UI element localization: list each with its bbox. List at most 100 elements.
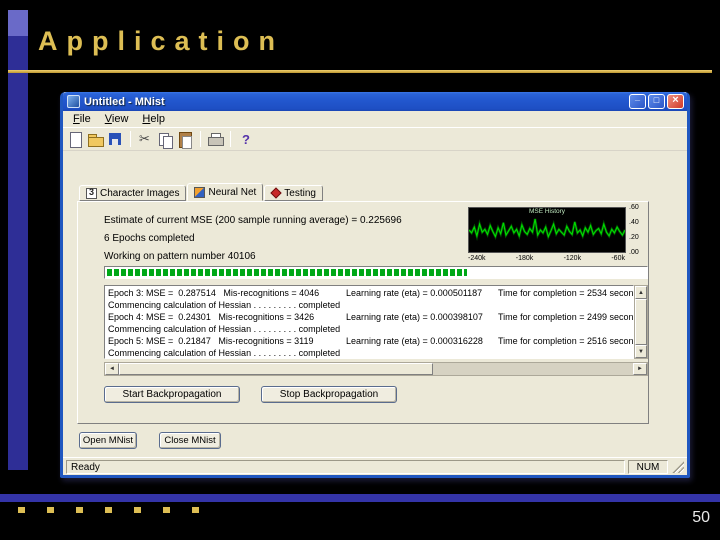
y-tick-label: .20: [629, 234, 639, 241]
scroll-left-icon[interactable]: [105, 363, 119, 375]
menu-view[interactable]: View: [99, 112, 135, 126]
status-bar: Ready NUM: [63, 457, 687, 475]
close-mnist-button[interactable]: Close MNist: [159, 432, 221, 449]
scroll-up-icon[interactable]: [635, 286, 647, 299]
minimize-button[interactable]: [629, 94, 646, 109]
bottom-accent-bar: [0, 494, 720, 502]
page-number: 50: [692, 509, 710, 527]
bullet-dot: [163, 507, 170, 513]
app-window: Untitled - MNist FileViewHelp Character …: [60, 92, 690, 478]
slide: Application Untitled - MNist FileViewHel…: [0, 0, 720, 540]
horizontal-scroll-thumb[interactable]: [119, 363, 433, 375]
log-cell: Commencing calculation of Hessian . . . …: [108, 347, 633, 359]
window-controls: [629, 94, 684, 109]
chart-title: MSE History: [529, 208, 565, 215]
tab-control: Character Images Neural Net Testing Estima…: [77, 184, 649, 424]
print-icon[interactable]: [207, 131, 224, 148]
log-row: Epoch 5: MSE = 0.21847 Mis-recognitions …: [108, 335, 633, 347]
slide-title: Application: [38, 26, 284, 57]
toolbar-separator: [130, 131, 131, 147]
log-cell: Epoch 5: MSE = 0.21847 Mis-recognitions …: [108, 335, 346, 347]
log-cell: Time for completion = 2516 seconds: [498, 335, 633, 347]
log-cell: Commencing calculation of Hessian . . . …: [108, 323, 633, 335]
tab-label: Neural Net: [208, 187, 256, 198]
training-progress-bar: [104, 266, 648, 279]
toolbar: [63, 128, 687, 151]
log-cell: Epoch 4: MSE = 0.24301 Mis-recognitions …: [108, 311, 346, 323]
bullet-dot: [192, 507, 199, 513]
log-row: Commencing calculation of Hessian . . . …: [108, 323, 633, 335]
maximize-button[interactable]: [648, 94, 665, 109]
log-cell: Learning rate (eta) = 0.000398107: [346, 311, 498, 323]
menu-bar: FileViewHelp: [63, 111, 687, 128]
window-titlebar[interactable]: Untitled - MNist: [63, 92, 687, 111]
testing-tab-icon: [271, 187, 282, 198]
y-tick-label: .40: [629, 219, 639, 226]
status-ready-pane: Ready: [66, 460, 625, 474]
bullet-dot: [76, 507, 83, 513]
bullet-dot: [134, 507, 141, 513]
status-num-pane: NUM: [628, 460, 668, 474]
help-icon[interactable]: [237, 131, 254, 148]
tab-label: Testing: [284, 188, 316, 199]
tab-label: Character Images: [100, 188, 179, 199]
client-area: Character Images Neural Net Testing Estima…: [63, 151, 687, 475]
tab-strip: Character Images Neural Net Testing: [77, 184, 649, 201]
working-pattern-text: Working on pattern number 40106: [104, 251, 256, 262]
start-backpropagation-button[interactable]: Start Backpropagation: [104, 386, 240, 403]
x-tick-label: -240k: [468, 255, 486, 262]
mse-history-chart: MSE History .60 .40 .20 .00 -240k -180k -120k…: [468, 207, 646, 269]
mse-estimate-text: Estimate of current MSE (200 sample runn…: [104, 215, 402, 226]
neural-net-tab-panel: Estimate of current MSE (200 sample runn…: [77, 201, 649, 424]
new-icon[interactable]: [67, 131, 84, 148]
x-tick-label: -180k: [516, 255, 534, 262]
vertical-scroll-thumb[interactable]: [635, 299, 647, 345]
resize-grip-icon[interactable]: [671, 460, 684, 473]
open-icon[interactable]: [87, 131, 104, 148]
epochs-completed-text: 6 Epochs completed: [104, 233, 195, 244]
log-horizontal-scrollbar[interactable]: [104, 362, 648, 376]
close-button[interactable]: [667, 94, 684, 109]
toolbar-separator: [230, 131, 231, 147]
log-row: Epoch 4: MSE = 0.24301 Mis-recognitions …: [108, 311, 633, 323]
menu-help[interactable]: Help: [136, 112, 171, 126]
copy-icon[interactable]: [157, 131, 174, 148]
log-row: Epoch 3: MSE = 0.287514 Mis-recognitions…: [108, 287, 633, 299]
y-tick-label: .00: [629, 249, 639, 256]
save-icon[interactable]: [107, 131, 124, 148]
paste-icon[interactable]: [177, 131, 194, 148]
left-accent-bar: [8, 10, 28, 470]
character-images-tab-icon: [86, 188, 97, 199]
scroll-down-icon[interactable]: [635, 345, 647, 358]
bullet-dot: [47, 507, 54, 513]
toolbar-separator: [200, 131, 201, 147]
bullet-dot: [18, 507, 25, 513]
cut-icon[interactable]: [137, 131, 154, 148]
y-tick-label: .60: [629, 204, 639, 211]
log-vertical-scrollbar[interactable]: [634, 285, 648, 359]
left-accent-bar-cap: [8, 10, 28, 36]
x-tick-label: -120k: [564, 255, 582, 262]
tab-character-images[interactable]: Character Images: [79, 185, 186, 201]
title-underline-rule: [8, 70, 712, 73]
bullet-dots: [18, 507, 199, 513]
log-row: Commencing calculation of Hessian . . . …: [108, 347, 633, 359]
training-log: Epoch 3: MSE = 0.287514 Mis-recognitions…: [104, 285, 634, 359]
tab-neural-net[interactable]: Neural Net: [187, 183, 263, 201]
chart-x-axis-labels: -240k -180k -120k -60k: [468, 255, 626, 262]
log-cell: Time for completion = 2499 seconds: [498, 311, 633, 323]
chart-plot-area: MSE History: [468, 207, 626, 253]
x-tick-label: -60k: [611, 255, 625, 262]
scroll-right-icon[interactable]: [633, 363, 647, 375]
chart-y-axis-labels: .60 .40 .20 .00: [629, 204, 639, 256]
log-cell: Epoch 3: MSE = 0.287514 Mis-recognitions…: [108, 287, 346, 299]
tab-testing[interactable]: Testing: [264, 185, 323, 201]
progress-fill: [107, 269, 467, 276]
open-mnist-button[interactable]: Open MNist: [79, 432, 137, 449]
log-cell: Learning rate (eta) = 0.000316228: [346, 335, 498, 347]
neural-net-tab-icon: [194, 187, 205, 198]
log-cell: Time for completion = 2534 seconds: [498, 287, 633, 299]
menu-file[interactable]: File: [67, 112, 97, 126]
stop-backpropagation-button[interactable]: Stop Backpropagation: [261, 386, 397, 403]
bullet-dot: [105, 507, 112, 513]
